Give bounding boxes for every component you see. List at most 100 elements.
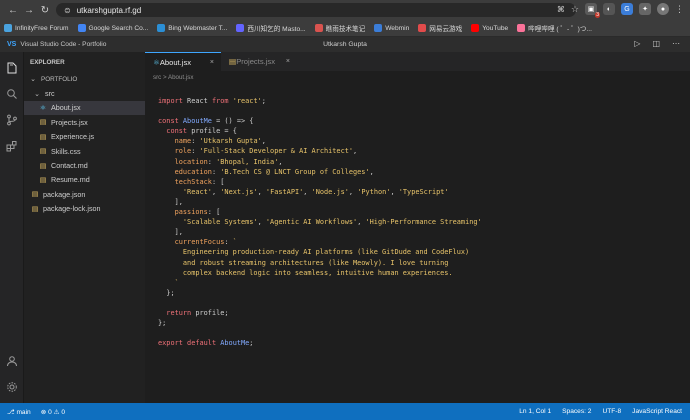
- folder-portfolio[interactable]: ⌄ PORTFOLIO: [24, 72, 145, 86]
- extension-icon[interactable]: ▣ 3: [585, 3, 600, 18]
- code-token: = () => {: [211, 117, 254, 126]
- bookmark-item[interactable]: Google Search Co...: [77, 24, 148, 32]
- settings-gear-icon[interactable]: [6, 381, 18, 393]
- file-item[interactable]: ▤ Skills.css: [24, 144, 145, 158]
- code-token: ,: [257, 218, 266, 227]
- site-info-icon[interactable]: ⊜: [64, 6, 71, 15]
- code-token: 'Full-Stack Developer & AI Architect': [199, 147, 354, 156]
- file-name: About.jsx: [51, 103, 81, 113]
- bookmark-item[interactable]: Bing Webmaster T...: [157, 24, 227, 32]
- bookmark-label: 西川知乞的 Masto...: [247, 26, 306, 33]
- forward-icon[interactable]: →: [22, 3, 36, 17]
- file-item[interactable]: ▤ Projects.jsx: [24, 115, 145, 129]
- bookmark-label: Webmin: [385, 24, 410, 32]
- bookmark-star-icon[interactable]: ☆: [571, 4, 579, 15]
- folder-src[interactable]: ⌄ src: [24, 86, 145, 100]
- bookmark-label: YouTube: [482, 24, 509, 32]
- code-token: education: [158, 167, 212, 176]
- bookmark-item[interactable]: YouTube: [471, 24, 508, 32]
- code-token: ],: [158, 197, 183, 206]
- code-token: from: [211, 97, 233, 105]
- bookmark-favicon-icon: [236, 24, 245, 32]
- file-item[interactable]: ▤ Resume.md: [24, 173, 145, 187]
- file-item[interactable]: ▤ Experience.js: [24, 130, 145, 144]
- editor-area: ⚛ About.jsx × ▤ Projects.jsx × src > About.…: [145, 52, 690, 403]
- editor-tab[interactable]: ⚛ About.jsx ×: [145, 52, 221, 71]
- more-actions-icon[interactable]: ⋯: [672, 39, 680, 48]
- puzzle-icon[interactable]: ✦: [639, 3, 651, 15]
- bookmark-favicon-icon: [517, 24, 526, 32]
- bookmark-item[interactable]: InfinityFree Forum: [4, 24, 69, 32]
- mask-extension-icon[interactable]: ◐: [603, 3, 615, 15]
- profile-avatar[interactable]: ●: [657, 3, 669, 15]
- code-line: import React from 'react';: [158, 96, 482, 106]
- close-icon[interactable]: ×: [286, 58, 290, 65]
- bookmark-item[interactable]: Webmin: [374, 24, 409, 32]
- code-token: 'Scalable Systems': [182, 218, 258, 227]
- code-token: React: [187, 97, 212, 105]
- indentation-status[interactable]: Spaces: 2: [562, 408, 591, 415]
- code-token: const: [158, 117, 183, 126]
- extension-badge: 3: [595, 12, 600, 18]
- more-menu-icon[interactable]: ⋮: [675, 4, 684, 15]
- code-line: const profile = {: [158, 126, 482, 136]
- code-token: and robust streaming architectures (like…: [158, 258, 449, 267]
- code-token: techStack: [158, 177, 212, 186]
- file-item[interactable]: ▤ package-lock.json: [24, 202, 145, 216]
- grammar-extension-icon[interactable]: G: [621, 3, 633, 15]
- bookmark-label: 瞧雨技术笔记: [325, 26, 366, 33]
- encoding-status[interactable]: UTF-8: [602, 408, 621, 415]
- code-token: 'React': [182, 187, 212, 196]
- code-line: techStack: [: [158, 177, 482, 187]
- split-editor-icon[interactable]: ◫: [652, 39, 660, 48]
- source-control-icon[interactable]: [6, 114, 18, 126]
- bookmark-item[interactable]: 网易云游戏: [418, 23, 462, 33]
- code-token: :: [224, 238, 233, 247]
- reload-icon[interactable]: ↻: [38, 3, 52, 17]
- code-line: return profile;: [158, 308, 482, 318]
- run-icon[interactable]: ▷: [634, 39, 640, 48]
- code-token: 'Python': [357, 187, 391, 196]
- bookmark-item[interactable]: 哔哩哔哩 ( ゜- ゜)つ...: [517, 23, 592, 33]
- vscode-logo: VS: [7, 41, 17, 48]
- code-token: 'B.Tech CS @ LNCT Group of Colleges': [220, 167, 370, 176]
- code-line: currentFocus: `: [158, 237, 482, 247]
- language-mode[interactable]: JavaScript React: [632, 408, 682, 415]
- code-content[interactable]: import React from 'react'; const AboutMe …: [158, 96, 482, 348]
- address-url: utkarshgupta.rf.gd: [76, 5, 142, 15]
- translate-icon[interactable]: ⌘: [557, 5, 565, 14]
- breadcrumb[interactable]: src > About.jsx: [145, 71, 690, 83]
- code-token: currentFocus: [158, 238, 225, 247]
- search-icon[interactable]: [6, 88, 18, 100]
- explorer-icon[interactable]: [6, 62, 18, 74]
- file-item[interactable]: ⚛ About.jsx: [24, 100, 145, 116]
- code-line: Engineering production-ready AI platform…: [158, 247, 482, 257]
- code-token: ,: [348, 187, 358, 196]
- address-bar[interactable]: ⊜ utkarshgupta.rf.gd: [56, 3, 576, 17]
- bookmarks-bar: InfinityFree Forum Google Search Co... Bin…: [0, 20, 690, 37]
- file-item[interactable]: ▤ package.json: [24, 187, 145, 201]
- code-line: education: 'B.Tech CS @ LNCT Group of Co…: [158, 167, 482, 177]
- title-bar: VS Visual Studio Code - Portfolio Utkars…: [0, 37, 690, 52]
- file-item[interactable]: ▤ Contact.md: [24, 158, 145, 172]
- code-token: complex backend logic into seamless, int…: [158, 268, 453, 277]
- code-token: 'FastAPI': [265, 187, 304, 196]
- bookmark-item[interactable]: 西川知乞的 Masto...: [236, 23, 306, 33]
- editor-tab[interactable]: ▤ Projects.jsx ×: [221, 52, 297, 71]
- code-token: 'react': [232, 97, 262, 105]
- file-name: package-lock.json: [43, 204, 101, 214]
- account-icon[interactable]: [6, 355, 18, 367]
- bookmark-item[interactable]: 瞧雨技术笔记: [314, 23, 366, 33]
- close-icon[interactable]: ×: [210, 59, 214, 66]
- code-token: Engineering production-ready AI platform…: [158, 248, 470, 257]
- file-icon: ▤: [39, 133, 47, 141]
- code-token: ,: [303, 187, 312, 196]
- back-icon[interactable]: ←: [6, 3, 20, 17]
- git-branch-status[interactable]: ⎇ main: [7, 408, 31, 416]
- problems-status[interactable]: ⊗ 0 ⚠ 0: [41, 408, 65, 416]
- code-token: 'Bhopal, India': [216, 157, 279, 166]
- file-icon: ▤: [39, 176, 47, 184]
- cursor-position[interactable]: Ln 1, Col 1: [519, 408, 551, 415]
- extensions-icon[interactable]: [6, 140, 18, 152]
